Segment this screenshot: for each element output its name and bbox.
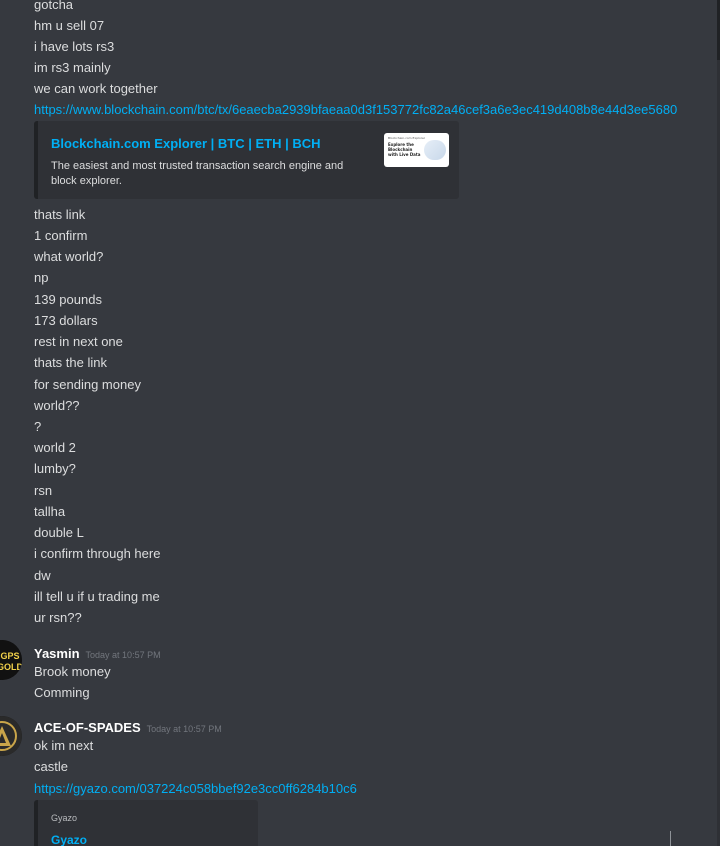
spade-logo-icon xyxy=(0,716,22,756)
link-embed: Gyazo Gyazo xyxy=(34,800,258,846)
avatar[interactable] xyxy=(0,716,22,756)
embed-title[interactable]: Blockchain.com Explorer | BTC | ETH | BC… xyxy=(51,136,321,151)
message-header: Yasmin Today at 10:57 PM xyxy=(34,646,161,661)
embed-title[interactable]: Gyazo xyxy=(51,833,87,846)
svg-text:GPS: GPS xyxy=(0,651,19,661)
username[interactable]: ACE-OF-SPADES xyxy=(34,720,141,735)
embed-thumbnail[interactable]: Blockchain.com Explorer Explore the Bloc… xyxy=(384,133,449,167)
message-text: thats link xyxy=(34,207,86,222)
message-text: thats the link xyxy=(34,355,107,370)
message-text: world?? xyxy=(34,398,80,413)
message-text: tallha xyxy=(34,504,66,519)
message-text: 1 confirm xyxy=(34,228,88,243)
message-text: rsn xyxy=(34,483,53,498)
message-text: i confirm through here xyxy=(34,546,161,561)
message-text: gotcha xyxy=(34,0,74,12)
avatar[interactable]: GPS GOLD xyxy=(0,640,22,680)
thumbnail-brand: Blockchain.com Explorer xyxy=(388,136,426,140)
thumbnail-graphic xyxy=(424,140,446,160)
svg-text:GOLD: GOLD xyxy=(0,662,22,672)
message-text: 139 pounds xyxy=(34,292,102,307)
message-text: double L xyxy=(34,525,84,540)
message-text: dw xyxy=(34,568,51,583)
message-text: i have lots rs3 xyxy=(34,39,115,54)
blockchain-link[interactable]: https://www.blockchain.com/btc/tx/6eaecb… xyxy=(34,101,677,119)
embed-description: The easiest and most trusted transaction… xyxy=(51,160,344,187)
message-text: np xyxy=(34,270,49,285)
divider xyxy=(670,831,671,846)
message-text: ill tell u if u trading me xyxy=(34,589,160,604)
message-text: rest in next one xyxy=(34,334,123,349)
message-text: Comming xyxy=(34,685,90,700)
message-text: hm u sell 07 xyxy=(34,18,105,33)
link-embed: Blockchain.com Explorer | BTC | ETH | BC… xyxy=(34,121,459,199)
message-text: 173 dollars xyxy=(34,313,98,328)
message-text: castle xyxy=(34,759,68,774)
message-text: ur rsn?? xyxy=(34,610,82,625)
embed-provider: Gyazo xyxy=(51,813,78,823)
message-text: for sending money xyxy=(34,377,141,392)
gyazo-link[interactable]: https://gyazo.com/037224c058bbef92e3cc0f… xyxy=(34,780,357,798)
message-text: we can work together xyxy=(34,81,158,96)
message-text: ok im next xyxy=(34,738,94,753)
message-text: world 2 xyxy=(34,440,76,455)
message-text: im rs3 mainly xyxy=(34,60,111,75)
timestamp: Today at 10:57 PM xyxy=(85,650,161,660)
message-text: what world? xyxy=(34,249,104,264)
thumbnail-heading: Explore the Blockchain with Live Data xyxy=(388,142,421,157)
message-text: lumby? xyxy=(34,461,76,476)
timestamp: Today at 10:57 PM xyxy=(146,724,222,734)
chat-message-list[interactable]: gotcha hm u sell 07 i have lots rs3 im r… xyxy=(0,0,717,846)
gold-logo-icon: GPS GOLD xyxy=(0,640,22,680)
message-text: ? xyxy=(34,419,42,434)
message-header: ACE-OF-SPADES Today at 10:57 PM xyxy=(34,720,222,735)
username[interactable]: Yasmin xyxy=(34,646,80,661)
message-text: Brook money xyxy=(34,664,111,679)
